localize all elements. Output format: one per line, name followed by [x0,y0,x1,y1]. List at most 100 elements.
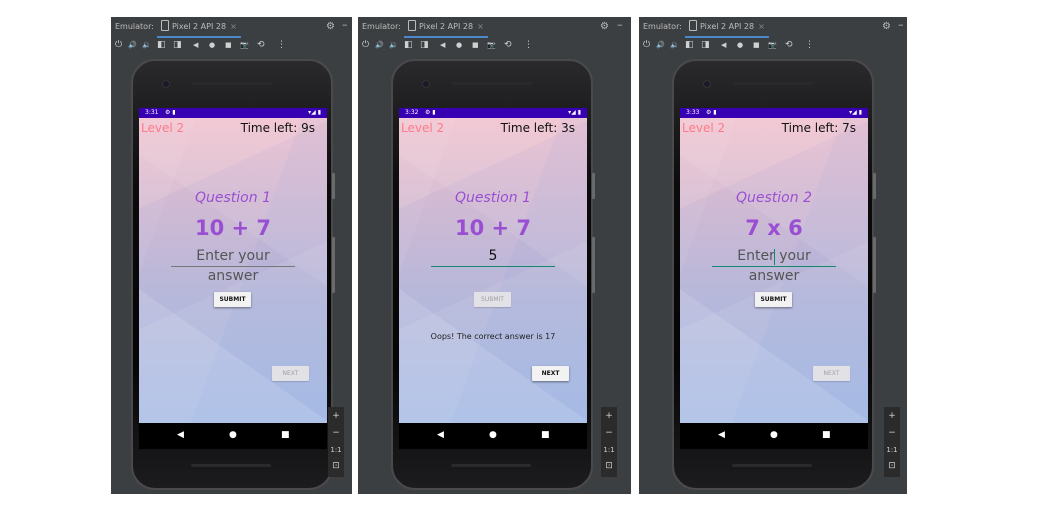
submit-button[interactable]: SUBMIT [214,292,251,307]
home-icon[interactable]: ● [229,429,237,441]
rotate-left-icon[interactable]: ◧ [404,39,413,51]
rotate-right-icon[interactable]: ◨ [420,39,429,51]
back-icon[interactable]: ◀ [177,429,184,441]
emulator-label: Emulator: [362,22,401,31]
volume-down-icon[interactable]: 🔉 [389,39,398,51]
next-button[interactable]: NEXT [532,366,569,381]
status-bar: 3:32 ⚙ ▮ ▾◢ ▮ [399,108,587,118]
zoom-in-button[interactable]: + [601,411,617,421]
back-icon[interactable]: ◀ [193,39,198,51]
device-tab[interactable]: Pixel 2 API 28 × [157,20,241,38]
more-icon[interactable]: ⋮ [805,39,814,51]
snapshot-icon[interactable]: ⟲ [504,39,512,51]
close-tab-icon[interactable]: × [230,22,237,31]
volume-up-icon[interactable]: 🔊 [656,39,665,51]
phone-frame: 3:32 ⚙ ▮ ▾◢ ▮ Level 2 Time left: 3s Ques… [391,59,595,490]
snapshot-icon[interactable]: ⟲ [257,39,265,51]
close-tab-icon[interactable]: × [758,22,765,31]
rotate-right-icon[interactable]: ◨ [701,39,710,51]
home-icon[interactable]: ● [770,429,778,441]
status-left-icons: ⚙ ▮ [425,109,436,116]
volume-side-button[interactable] [873,237,876,293]
back-icon[interactable]: ◀ [440,39,445,51]
next-button[interactable]: NEXT [813,366,850,381]
minimize-icon[interactable]: – [342,18,348,31]
gear-icon[interactable]: ⚙ [882,21,891,32]
zoom-in-button[interactable]: + [884,411,900,421]
actual-size-button[interactable]: 1:1 [601,445,617,455]
zoom-out-button[interactable]: − [884,428,900,438]
power-icon[interactable]: ⏻ [115,39,122,51]
speaker-bottom [732,464,812,467]
overview-icon[interactable]: ■ [225,39,232,51]
device-tab[interactable]: Pixel 2 API 28 × [404,20,488,38]
screenshot-icon[interactable]: 📷 [240,39,249,51]
zoom-in-button[interactable]: + [328,411,344,421]
emulator-window-3: Emulator: Pixel 2 API 28 × ⚙ – ⏻ 🔊 🔉 ◧ ◨ … [639,17,907,494]
fit-screen-button[interactable]: ⊡ [601,461,617,471]
minimize-icon[interactable]: – [617,18,623,31]
home-icon[interactable]: ● [489,429,497,441]
power-side-button[interactable] [873,173,876,199]
home-icon[interactable]: ● [737,39,743,51]
minimize-icon[interactable]: – [898,18,904,31]
recents-icon[interactable]: ■ [541,429,550,441]
rotate-left-icon[interactable]: ◧ [685,39,694,51]
power-side-button[interactable] [592,173,595,199]
volume-side-button[interactable] [592,237,595,293]
more-icon[interactable]: ⋮ [277,39,286,51]
home-icon[interactable]: ● [209,39,215,51]
gear-icon[interactable]: ⚙ [600,21,609,32]
speaker-top [733,82,813,85]
question-expression: 10 + 7 [194,216,272,240]
snapshot-icon[interactable]: ⟲ [785,39,793,51]
volume-side-button[interactable] [332,237,335,293]
device-tab-label: Pixel 2 API 28 [700,22,755,31]
screenshot-icon[interactable]: 📷 [487,39,496,51]
recents-icon[interactable]: ■ [281,429,290,441]
zoom-out-button[interactable]: − [328,428,344,438]
back-icon[interactable]: ◀ [437,429,444,441]
emulator-label: Emulator: [643,22,682,31]
volume-up-icon[interactable]: 🔊 [128,39,137,51]
rotate-left-icon[interactable]: ◧ [157,39,166,51]
speaker-top [452,82,532,85]
submit-button[interactable]: SUBMIT [474,292,511,307]
device-tab[interactable]: Pixel 2 API 28 × [685,20,769,38]
camera [162,80,170,88]
back-icon[interactable]: ◀ [718,429,725,441]
volume-up-icon[interactable]: 🔊 [375,39,384,51]
answer-input[interactable]: Enter your answer [171,246,295,284]
actual-size-button[interactable]: 1:1 [884,445,900,455]
emulator-window-2: Emulator: Pixel 2 API 28 × ⚙ – ⏻ 🔊 🔉 ◧ ◨ … [358,17,631,494]
volume-down-icon[interactable]: 🔉 [142,39,151,51]
more-icon[interactable]: ⋮ [524,39,533,51]
power-icon[interactable]: ⏻ [643,39,650,51]
app-screen: 3:31 ⚙ ▮ ▾◢ ▮ Level 2 Time left: 9s Ques… [139,108,327,423]
power-side-button[interactable] [332,173,335,199]
home-icon[interactable]: ● [456,39,462,51]
actual-size-button[interactable]: 1:1 [328,445,344,455]
zoom-out-button[interactable]: − [601,428,617,438]
phone-frame: 3:31 ⚙ ▮ ▾◢ ▮ Level 2 Time left: 9s Ques… [131,59,335,490]
back-icon[interactable]: ◀ [721,39,726,51]
power-icon[interactable]: ⏻ [362,39,369,51]
overview-icon[interactable]: ■ [753,39,760,51]
volume-down-icon[interactable]: 🔉 [670,39,679,51]
question-title: Question 2 [736,190,812,206]
status-right-icons: ▾◢ ▮ [568,109,581,116]
screenshot-icon[interactable]: 📷 [768,39,777,51]
overview-icon[interactable]: ■ [472,39,479,51]
time-left-label: Time left: 3s [500,121,575,135]
rotate-right-icon[interactable]: ◨ [173,39,182,51]
next-button[interactable]: NEXT [272,366,309,381]
fit-screen-button[interactable]: ⊡ [884,461,900,471]
answer-input[interactable]: 5 [431,246,555,267]
fit-screen-button[interactable]: ⊡ [328,461,344,471]
close-tab-icon[interactable]: × [477,22,484,31]
app-screen: 3:33 ⚙ ▮ ▾◢ ▮ Level 2 Time left: 7s Ques… [680,108,868,423]
gear-icon[interactable]: ⚙ [326,21,335,32]
submit-button[interactable]: SUBMIT [755,292,792,307]
recents-icon[interactable]: ■ [822,429,831,441]
zoom-controls: + − 1:1 ⊡ [601,407,617,477]
